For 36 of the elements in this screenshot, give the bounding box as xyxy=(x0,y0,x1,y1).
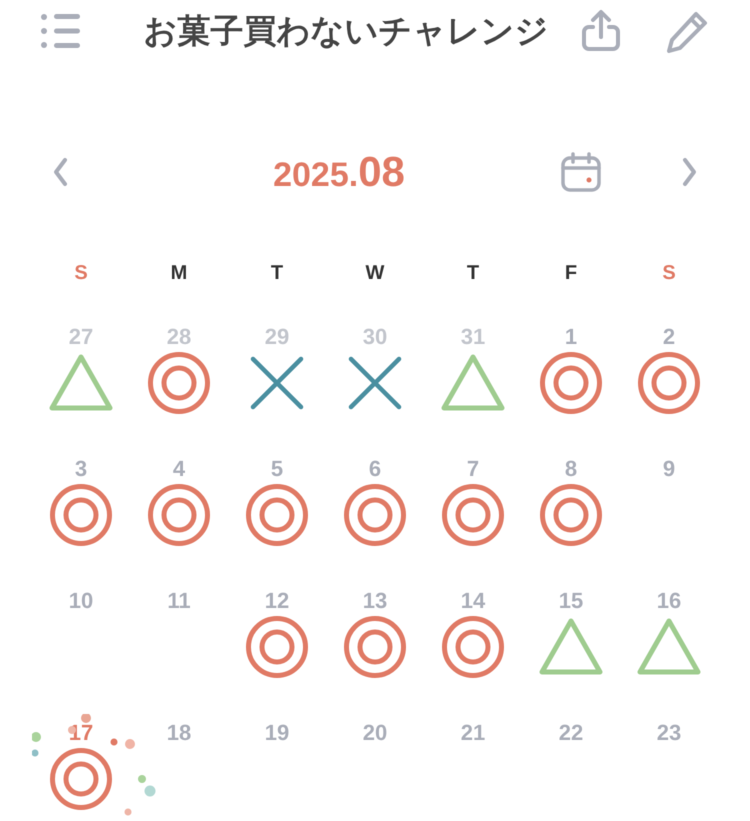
day-number[interactable]: 22 xyxy=(558,720,584,746)
day-number[interactable]: 13 xyxy=(362,588,388,614)
day-number[interactable]: 7 xyxy=(466,456,480,482)
day-number[interactable]: 16 xyxy=(656,588,682,614)
app-title: お菓子買わないチャレンジ xyxy=(142,10,550,50)
day-number[interactable]: 12 xyxy=(264,588,290,614)
day-number[interactable]: 8 xyxy=(564,456,578,482)
weekday-label: M xyxy=(170,262,188,284)
day-number[interactable]: 23 xyxy=(656,720,682,746)
day-number[interactable]: 4 xyxy=(172,456,186,482)
day-number[interactable]: 19 xyxy=(264,720,290,746)
day-number[interactable]: 14 xyxy=(460,588,486,614)
weekday-label: T xyxy=(270,262,284,284)
day-number[interactable]: 30 xyxy=(362,324,388,350)
day-number[interactable]: 11 xyxy=(167,588,191,614)
weekday-label: W xyxy=(366,262,384,284)
day-number[interactable]: 15 xyxy=(558,588,584,614)
month-title: 2025.08 xyxy=(272,148,406,196)
weekday-label: S xyxy=(662,262,676,284)
weekday-label: T xyxy=(466,262,480,284)
day-number[interactable]: 21 xyxy=(460,720,486,746)
day-number[interactable]: 29 xyxy=(264,324,290,350)
day-number[interactable]: 18 xyxy=(166,720,192,746)
day-number[interactable]: 5 xyxy=(270,456,284,482)
day-number[interactable]: 2 xyxy=(662,324,676,350)
day-number[interactable]: 20 xyxy=(362,720,388,746)
day-number[interactable]: 1 xyxy=(564,324,578,350)
weekday-label: F xyxy=(564,262,578,284)
day-number[interactable]: 10 xyxy=(68,588,94,614)
day-number[interactable]: 27 xyxy=(68,324,94,350)
day-number[interactable]: 31 xyxy=(460,324,486,350)
day-number[interactable]: 9 xyxy=(662,456,676,482)
day-number[interactable]: 28 xyxy=(166,324,192,350)
day-number[interactable]: 6 xyxy=(368,456,382,482)
day-number[interactable]: 3 xyxy=(74,456,88,482)
weekday-label: S xyxy=(74,262,88,284)
